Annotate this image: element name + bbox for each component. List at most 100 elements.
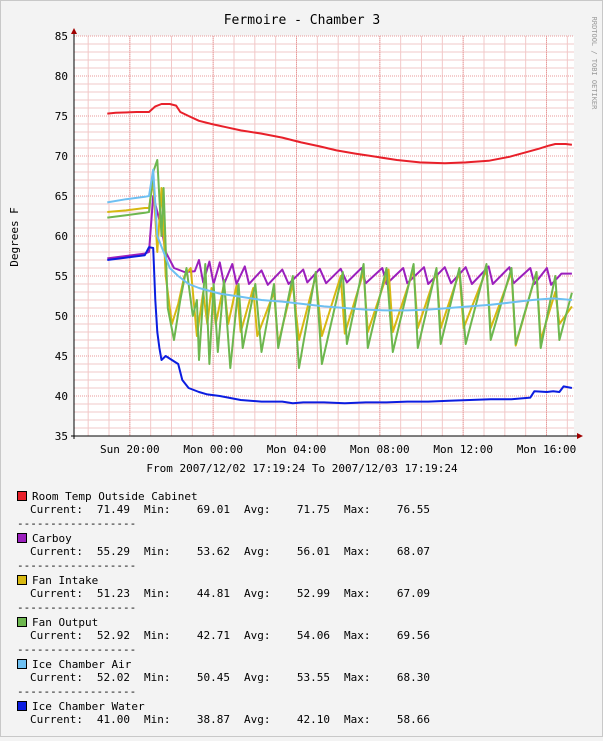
stat-label-avg: Avg: [244,629,271,642]
legend-series-name: Ice Chamber Water [32,699,145,713]
legend-swatch [17,533,27,543]
legend-separator: ------------------ [17,559,137,572]
stat-label-max: Max: [344,629,371,642]
stat-label-current: Current: [30,713,83,726]
legend-swatch [17,701,27,711]
watermark: RRDTOOL / TOBI OETIKER [590,17,598,111]
stat-label-current: Current: [30,629,83,642]
x-tick-label: Mon 08:00 [350,443,410,456]
stat-value-avg: 54.06 [296,629,330,642]
legend-stats: Current: 52.92 Min: 42.71 Avg: 54.06 Max: 69.56 [17,629,577,643]
legend-entry-fan-intake: Fan Intake Current: 51.23 Min: 44.81 Avg: 52.9… [17,573,577,615]
legend-entry-fan-output: Fan Output Current: 52.92 Min: 42.71 Avg: 54.0… [17,615,577,657]
stat-label-min: Min: [144,713,171,726]
stat-label-max: Max: [344,587,371,600]
legend-stats: Current: 51.23 Min: 44.81 Avg: 52.99 Max: 67.09 [17,587,577,601]
stat-label-max: Max: [344,671,371,684]
stat-label-avg: Avg: [244,545,271,558]
legend-separator: ------------------ [17,643,137,656]
stat-value-min: 38.87 [196,713,230,726]
legend-entry-header: Carboy [17,531,577,545]
legend-separator: ------------------ [17,685,137,698]
legend-series-name: Ice Chamber Air [32,657,132,671]
legend-series-name: Fan Intake [32,573,99,587]
legend-swatch [17,659,27,669]
legend-swatch [17,617,27,627]
x-tick-label: Mon 16:00 [517,443,577,456]
legend-entry-header: Room Temp Outside Cabinet [17,489,577,503]
stat-label-max: Max: [344,713,371,726]
stat-label-min: Min: [144,545,171,558]
rrd-graph-window: Fermoire - Chamber 3 Degrees F RRDTOOL /… [0,0,603,737]
legend-swatch [17,491,27,501]
x-tick-label: Mon 00:00 [183,443,243,456]
legend-entry-ice-chamber-water: Ice Chamber Water Current: 41.00 Min: 38.87 A… [17,699,577,741]
chart-svg: Fermoire - Chamber 3 Degrees F RRDTOOL /… [8,13,598,475]
legend: Room Temp Outside Cabinet Current: 71.49 Mi… [17,489,577,741]
chart-title: Fermoire - Chamber 3 [224,13,381,28]
legend-stats: Current: 52.02 Min: 50.45 Avg: 53.55 Max: 68.30 [17,671,577,685]
legend-entry-header: Ice Chamber Air [17,657,577,671]
y-axis-label: Degrees F [8,207,21,267]
legend-entry-ice-chamber-air: Ice Chamber Air Current: 52.02 Min: 50.45 Avg… [17,657,577,699]
stat-value-min: 50.45 [196,671,230,684]
legend-separator: ------------------ [17,517,137,530]
stat-value-avg: 42.10 [296,713,330,726]
stat-value-min: 69.01 [196,503,230,516]
y-tick-label: 55 [55,270,68,283]
y-tick-label: 45 [55,350,68,363]
stat-label-avg: Avg: [244,671,271,684]
y-tick-label: 40 [55,390,68,403]
y-tick-label: 80 [55,70,68,83]
legend-stats: Current: 41.00 Min: 38.87 Avg: 42.10 Max: 58.66 [17,713,577,727]
stat-value-current: 55.29 [96,545,130,558]
stat-value-current: 51.23 [96,587,130,600]
stat-value-current: 52.02 [96,671,130,684]
stat-value-min: 44.81 [196,587,230,600]
legend-entry-header: Ice Chamber Water [17,699,577,713]
y-tick-label: 85 [55,30,68,43]
stat-label-current: Current: [30,587,83,600]
stat-value-max: 58.66 [396,713,430,726]
x-tick-label: Mon 04:00 [267,443,327,456]
stat-label-min: Min: [144,629,171,642]
legend-entry-carboy: Carboy Current: 55.29 Min: 53.62 Avg: 56.01 Max… [17,531,577,573]
y-tick-label: 35 [55,430,68,443]
stat-label-max: Max: [344,503,371,516]
stat-label-min: Min: [144,503,171,516]
legend-entry-header: Fan Intake [17,573,577,587]
stat-label-max: Max: [344,545,371,558]
stat-label-current: Current: [30,545,83,558]
legend-entry-room-temp-outside-cabinet: Room Temp Outside Cabinet Current: 71.49 Mi… [17,489,577,531]
stat-label-current: Current: [30,503,83,516]
stat-value-max: 76.55 [396,503,430,516]
y-tick-label: 60 [55,230,68,243]
legend-swatch [17,575,27,585]
x-tick-label: Mon 12:00 [433,443,493,456]
stat-value-max: 68.30 [396,671,430,684]
stat-value-avg: 71.75 [296,503,330,516]
legend-separator: ------------------ [17,601,137,614]
x-axis-label: From 2007/12/02 17:19:24 To 2007/12/03 1… [146,462,458,475]
stat-label-avg: Avg: [244,503,271,516]
stat-value-current: 71.49 [96,503,130,516]
y-tick-label: 50 [55,310,68,323]
y-tick-label: 70 [55,150,68,163]
legend-series-name: Fan Output [32,615,99,629]
stat-value-max: 68.07 [396,545,430,558]
stat-value-min: 53.62 [196,545,230,558]
y-tick-label: 75 [55,110,68,123]
stat-value-max: 69.56 [396,629,430,642]
legend-series-name: Room Temp Outside Cabinet [32,489,198,503]
stat-value-current: 41.00 [96,713,130,726]
y-tick-label: 65 [55,190,68,203]
x-tick-labels: Sun 20:00 Mon 00:00 Mon 04:00 Mon 08:00 Mon … [100,443,576,456]
stat-label-avg: Avg: [244,713,271,726]
legend-stats: Current: 55.29 Min: 53.62 Avg: 56.01 Max: 68.07 [17,545,577,559]
legend-series-name: Carboy [32,531,72,545]
stat-label-current: Current: [30,671,83,684]
legend-entry-header: Fan Output [17,615,577,629]
legend-stats: Current: 71.49 Min: 69.01 Avg: 71.75 Max: 76.55 [17,503,577,517]
stat-label-min: Min: [144,671,171,684]
y-tick-labels: 35 40 45 50 55 60 65 70 75 80 85 [55,30,68,443]
